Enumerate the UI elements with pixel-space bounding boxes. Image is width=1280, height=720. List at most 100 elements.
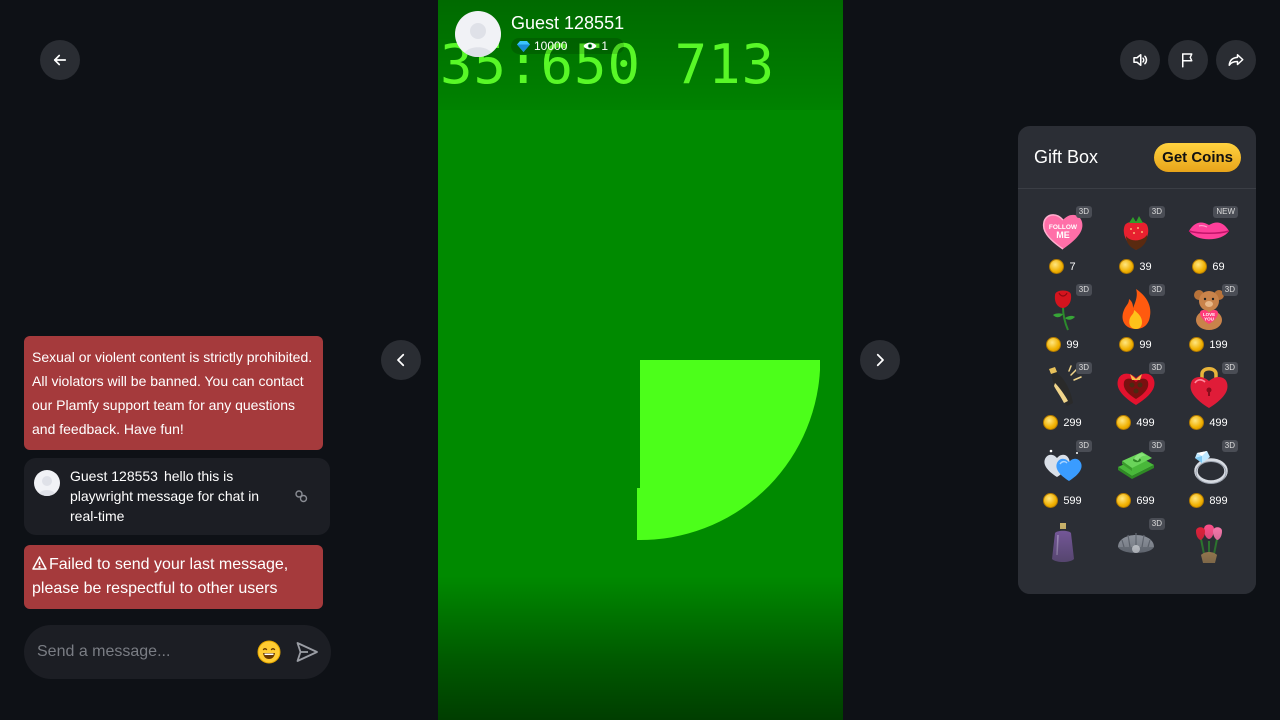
tulips-icon — [1195, 524, 1222, 563]
user-silhouette-icon — [38, 476, 56, 496]
gift-badge: 3D — [1221, 284, 1238, 296]
coin-icon — [1043, 415, 1059, 430]
send-icon[interactable] — [295, 640, 319, 664]
gift-item-pearl-shell[interactable]: 3D — [1099, 515, 1172, 593]
emoji-icon[interactable] — [257, 640, 281, 664]
gift-badge: 3D — [1148, 284, 1165, 296]
coin-icon — [1116, 415, 1132, 430]
video-green-shape — [637, 360, 820, 541]
coin-icon — [1189, 415, 1205, 430]
diamond-stat: 10000 — [517, 39, 567, 53]
volume-button[interactable] — [1120, 40, 1160, 80]
gift-badge: 3D — [1075, 440, 1092, 452]
coin-icon — [1116, 493, 1132, 508]
gift-item-tulips[interactable] — [1172, 515, 1245, 593]
chat-input-bar — [24, 625, 331, 679]
gift-item-money-stack[interactable]: 3D 699 — [1099, 437, 1172, 515]
gift-grid: 3D FOLLOW ME 7 3D 39 NEW 69 3D 99 3D 99 … — [1018, 189, 1256, 593]
gift-badge: 3D — [1075, 362, 1092, 374]
share-arrow-icon — [1228, 54, 1244, 66]
gift-item-heart-chocolate-box[interactable]: 3D 499 — [1099, 359, 1172, 437]
coin-icon — [1189, 337, 1205, 352]
gift-box-header: Gift Box Get Coins — [1018, 126, 1256, 189]
gift-price: 699 — [1116, 493, 1155, 508]
gift-badge: 3D — [1075, 284, 1092, 296]
coin-icon — [1043, 493, 1059, 508]
coin-icon — [1189, 493, 1205, 508]
svg-text:YOU: YOU — [1204, 317, 1214, 322]
next-stream-button[interactable] — [860, 340, 900, 380]
gift-price: 99 — [1119, 337, 1152, 352]
send-error-message: Failed to send your last message, please… — [24, 545, 323, 609]
gift-price: 69 — [1192, 259, 1225, 274]
streamer-info: Guest 128551 10000 1 — [455, 11, 625, 57]
chat-author-avatar[interactable] — [34, 470, 60, 496]
gift-price: 7 — [1049, 259, 1076, 274]
gift-badge: 3D — [1148, 518, 1165, 530]
gift-item-teddy-bear[interactable]: 3D LOVE YOU 199 — [1172, 281, 1245, 359]
gift-box-title: Gift Box — [1034, 146, 1099, 167]
coin-icon — [1046, 337, 1062, 352]
coin-icon — [1119, 259, 1135, 274]
gift-item-twin-hearts[interactable]: 3D 599 — [1026, 437, 1099, 515]
gift-price: 199 — [1189, 337, 1228, 352]
viewer-stat: 1 — [583, 39, 608, 53]
user-silhouette-icon — [463, 23, 493, 57]
gift-box-panel: Gift Box Get Coins 3D FOLLOW ME 7 3D 39 N… — [1018, 126, 1256, 594]
arrow-left-icon — [53, 54, 67, 66]
gift-item-champagne[interactable]: 3D 299 — [1026, 359, 1099, 437]
gift-item-heart-lock[interactable]: 3D 499 — [1172, 359, 1245, 437]
gift-item-follow-me-heart[interactable]: 3D FOLLOW ME 7 — [1026, 203, 1099, 281]
video-stage[interactable]: 35:650 713 — [438, 0, 843, 720]
streamer-avatar[interactable] — [455, 11, 501, 57]
gift-badge: 3D — [1221, 440, 1238, 452]
warning-triangle-icon — [32, 556, 47, 570]
chevron-right-icon — [876, 353, 884, 367]
gift-item-rose[interactable]: 3D 99 — [1026, 281, 1099, 359]
share-button[interactable] — [1216, 40, 1256, 80]
coin-icon — [1119, 337, 1135, 352]
gift-badge: 3D — [1148, 362, 1165, 374]
report-button[interactable] — [1168, 40, 1208, 80]
gift-item-diamond-ring[interactable]: 3D 899 — [1172, 437, 1245, 515]
gift-badge: 3D — [1148, 206, 1165, 218]
streamer-name: Guest 128551 — [511, 13, 625, 33]
gift-price: 299 — [1043, 415, 1082, 430]
gift-badge: 3D — [1148, 440, 1165, 452]
chat-rules-notice: Sexual or violent content is strictly pr… — [24, 336, 323, 450]
gift-item-chocolate-strawberry[interactable]: 3D 39 — [1099, 203, 1172, 281]
get-coins-button[interactable]: Get Coins — [1154, 142, 1241, 172]
speaker-icon — [1133, 54, 1148, 66]
chat-message-author[interactable]: Guest 128553 — [70, 468, 158, 484]
gift-badge: NEW — [1213, 206, 1238, 218]
coin-icon — [1192, 259, 1208, 274]
gift-price: 99 — [1046, 337, 1079, 352]
chat-message: Guest 128553 hello this is playwright mes… — [24, 458, 330, 535]
streamer-stats: 10000 1 — [511, 38, 625, 54]
gift-badge: 3D — [1075, 206, 1092, 218]
diamond-count: 10000 — [534, 39, 568, 53]
gift-price: 899 — [1189, 493, 1228, 508]
previous-stream-button[interactable] — [381, 340, 421, 380]
chevron-left-icon — [397, 353, 405, 367]
live-stream-page: 35:650 713 Guest 128551 10000 1 Sexual o… — [0, 0, 1280, 720]
gift-price: 499 — [1116, 415, 1155, 430]
chat-message-input[interactable] — [37, 643, 257, 661]
coin-icon — [1049, 259, 1065, 274]
viewer-count: 1 — [601, 39, 609, 53]
translate-icon[interactable] — [294, 489, 308, 503]
chat-message-body: Guest 128553 hello this is playwright mes… — [70, 466, 285, 527]
gift-price: 599 — [1043, 493, 1082, 508]
flag-icon — [1182, 53, 1193, 68]
gift-price: 499 — [1189, 415, 1228, 430]
svg-text:ME: ME — [1056, 230, 1070, 240]
diamond-icon — [517, 40, 530, 52]
gift-item-perfume[interactable] — [1026, 515, 1099, 593]
back-button[interactable] — [40, 40, 80, 80]
gift-item-lips[interactable]: NEW 69 — [1172, 203, 1245, 281]
eye-icon — [583, 42, 597, 50]
send-error-text: Failed to send your last message, please… — [32, 556, 289, 597]
perfume-icon — [1051, 523, 1074, 562]
gift-item-fire[interactable]: 3D 99 — [1099, 281, 1172, 359]
gift-price: 39 — [1119, 259, 1152, 274]
